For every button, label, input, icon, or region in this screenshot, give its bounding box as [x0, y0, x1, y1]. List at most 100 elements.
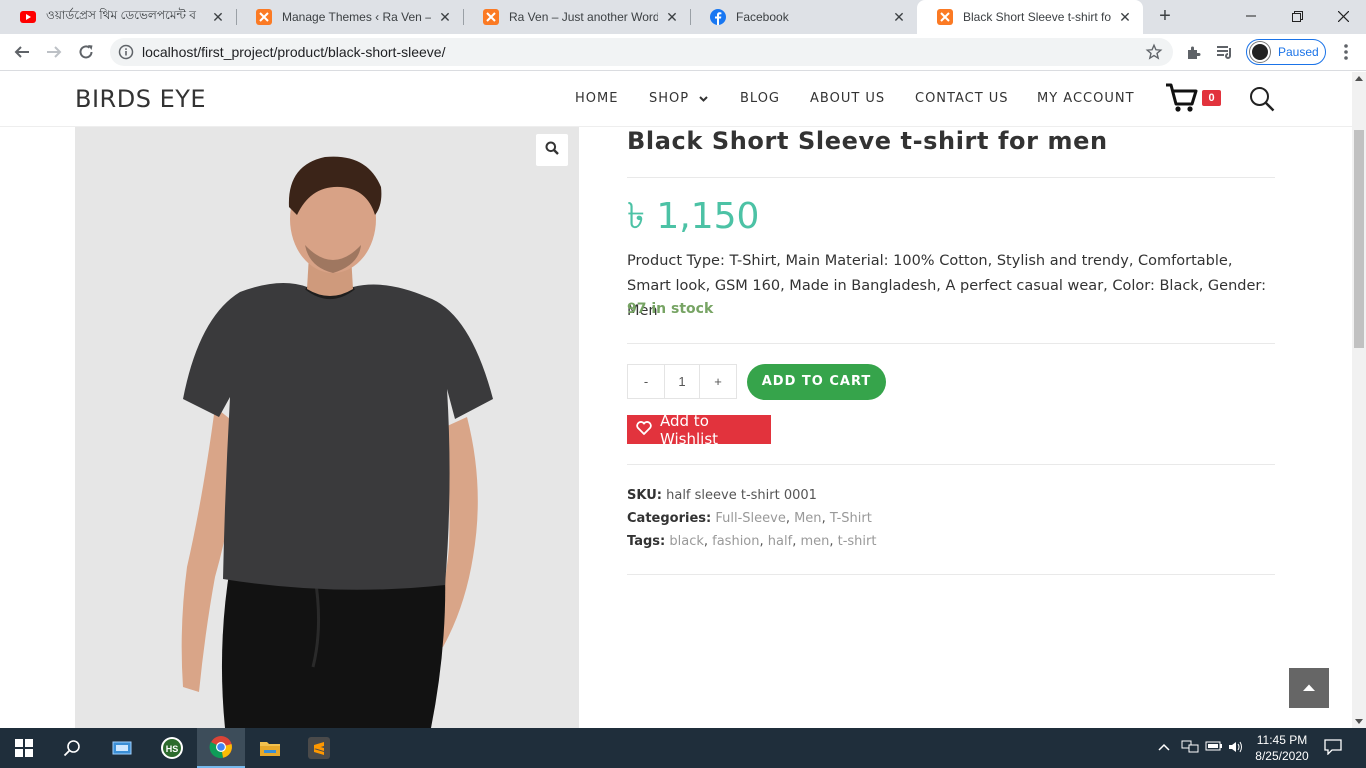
product-categories: Categories: Full-Sleeve, Men, T-Shirt	[627, 511, 872, 526]
system-clock[interactable]: 11:45 PM 8/25/2020	[1250, 732, 1314, 764]
product-price: ৳ 1,150	[627, 196, 760, 237]
extensions-puzzle-icon[interactable]	[1184, 42, 1204, 62]
categories-label: Categories:	[627, 511, 712, 526]
magnifier-icon	[545, 141, 559, 160]
nav-shop[interactable]: SHOP	[649, 91, 708, 106]
task-view-icon[interactable]	[98, 728, 146, 768]
tag-link[interactable]: t-shirt	[838, 534, 877, 549]
site-logo[interactable]: BIRDS EYE	[75, 85, 206, 113]
tab-title: Manage Themes ‹ Ra Ven — W	[282, 10, 431, 24]
tag-link[interactable]: black	[669, 534, 704, 549]
search-taskbar-icon[interactable]	[48, 728, 96, 768]
new-tab-button[interactable]: +	[1155, 6, 1175, 26]
product-photo-illustration	[75, 127, 579, 728]
close-icon[interactable]: ✕	[664, 9, 680, 26]
notifications-icon[interactable]	[1324, 739, 1342, 758]
youtube-icon	[20, 9, 36, 25]
add-to-wishlist-button[interactable]: Add to Wishlist	[627, 412, 771, 448]
bookmark-star-icon[interactable]	[1145, 43, 1163, 66]
category-link[interactable]: Full-Sleeve	[715, 511, 785, 526]
battery-icon[interactable]	[1205, 740, 1223, 755]
product-description: Product Type: T-Shirt, Main Material: 10…	[627, 253, 1266, 319]
nav-blog[interactable]: BLOG	[740, 91, 780, 106]
file-explorer-icon[interactable]	[246, 728, 294, 768]
search-icon[interactable]	[1249, 86, 1275, 117]
url-text: localhost/first_project/product/black-sh…	[142, 44, 446, 60]
zoom-button[interactable]	[536, 134, 568, 166]
chrome-icon[interactable]	[197, 728, 245, 768]
divider	[627, 177, 1275, 178]
heart-icon	[636, 420, 660, 439]
restore-button[interactable]	[1274, 0, 1320, 32]
divider	[627, 464, 1275, 465]
tab-facebook[interactable]: Facebook ✕	[690, 0, 917, 34]
close-icon[interactable]: ✕	[210, 9, 226, 26]
volume-icon[interactable]	[1228, 740, 1244, 757]
media-queue-icon[interactable]	[1215, 42, 1235, 62]
nav-about-us[interactable]: ABOUT US	[810, 91, 885, 106]
tab-title: Ra Ven – Just another WordPre	[509, 10, 658, 24]
info-icon[interactable]	[118, 44, 134, 60]
sku-label: SKU:	[627, 488, 662, 503]
tab-ra-ven[interactable]: Ra Ven – Just another WordPre ✕	[463, 0, 690, 34]
add-to-cart-button[interactable]: ADD TO CART	[747, 364, 886, 400]
browser-menu-icon[interactable]	[1336, 42, 1356, 62]
profile-status: Paused	[1278, 45, 1319, 59]
divider	[627, 343, 1275, 344]
sublime-text-icon[interactable]	[295, 728, 343, 768]
tag-link[interactable]: fashion	[712, 534, 759, 549]
tab-manage-themes[interactable]: Manage Themes ‹ Ra Ven — W ✕	[236, 0, 463, 34]
scrollbar-thumb[interactable]	[1354, 130, 1364, 348]
nav-my-account[interactable]: MY ACCOUNT	[1037, 91, 1135, 106]
product-tags: Tags: black, fashion, half, men, t-shirt	[627, 534, 877, 549]
wishlist-label: Add to Wishlist	[660, 411, 719, 448]
back-to-top-button[interactable]	[1289, 668, 1329, 708]
close-window-button[interactable]	[1320, 0, 1366, 32]
sku-value: half sleeve t-shirt 0001	[666, 488, 817, 503]
nav-home[interactable]: HOME	[575, 91, 618, 106]
facebook-icon	[710, 9, 726, 25]
scroll-down-arrow-icon[interactable]	[1355, 719, 1363, 724]
xampp-icon	[256, 9, 272, 25]
clock-time: 11:45 PM	[1256, 733, 1308, 747]
product-title: Black Short Sleeve t-shirt for men	[627, 127, 1108, 155]
avatar	[1250, 42, 1270, 62]
tag-link[interactable]: half	[768, 534, 792, 549]
quantity-input[interactable]: 1	[664, 365, 700, 398]
page-scrollbar[interactable]	[1352, 72, 1366, 728]
xampp-icon	[937, 9, 953, 25]
windows-taskbar: HS 11:45 PM 8/25/2020	[0, 728, 1366, 768]
reload-icon[interactable]	[74, 40, 98, 64]
web-page: BIRDS EYE HOME SHOP BLOG ABOUT US CONTAC…	[0, 72, 1352, 728]
qty-minus-button[interactable]: -	[628, 365, 664, 398]
close-icon[interactable]: ✕	[1117, 9, 1133, 26]
profile-paused-button[interactable]: Paused	[1246, 39, 1326, 65]
forward-icon[interactable]	[42, 40, 66, 64]
qty-plus-button[interactable]: +	[700, 365, 736, 398]
hs-app-icon[interactable]: HS	[148, 728, 196, 768]
scroll-up-arrow-icon[interactable]	[1355, 76, 1363, 81]
tag-link[interactable]: men	[800, 534, 829, 549]
network-icon[interactable]	[1181, 740, 1199, 757]
category-link[interactable]: T-Shirt	[830, 511, 872, 526]
tags-label: Tags:	[627, 534, 666, 549]
close-icon[interactable]: ✕	[891, 9, 907, 26]
nav-shop-label: SHOP	[649, 91, 690, 106]
category-link[interactable]: Men	[794, 511, 821, 526]
nav-contact-us[interactable]: CONTACT US	[915, 91, 1009, 106]
tab-title: Facebook	[736, 10, 789, 24]
back-icon[interactable]	[10, 40, 34, 64]
chevron-up-icon	[1302, 679, 1316, 697]
tab-product-active[interactable]: Black Short Sleeve t-shirt for m ✕	[917, 0, 1143, 34]
chevron-down-icon	[699, 91, 708, 106]
address-bar[interactable]: localhost/first_project/product/black-sh…	[110, 38, 1173, 66]
windows-start-icon[interactable]	[0, 728, 48, 768]
browser-tab-strip: ওয়ার্ডপ্রেস থিম ডেভেলপমেন্ট ব ✕ Manage …	[0, 0, 1366, 34]
tab-youtube[interactable]: ওয়ার্ডপ্রেস থিম ডেভেলপমেন্ট ব ✕	[0, 0, 236, 34]
cart-count-badge: 0	[1202, 90, 1221, 106]
chevron-up-tray-icon[interactable]	[1158, 740, 1170, 754]
close-icon[interactable]: ✕	[437, 9, 453, 26]
product-image[interactable]	[75, 127, 579, 728]
minimize-button[interactable]	[1228, 0, 1274, 32]
clock-date: 8/25/2020	[1255, 749, 1309, 763]
